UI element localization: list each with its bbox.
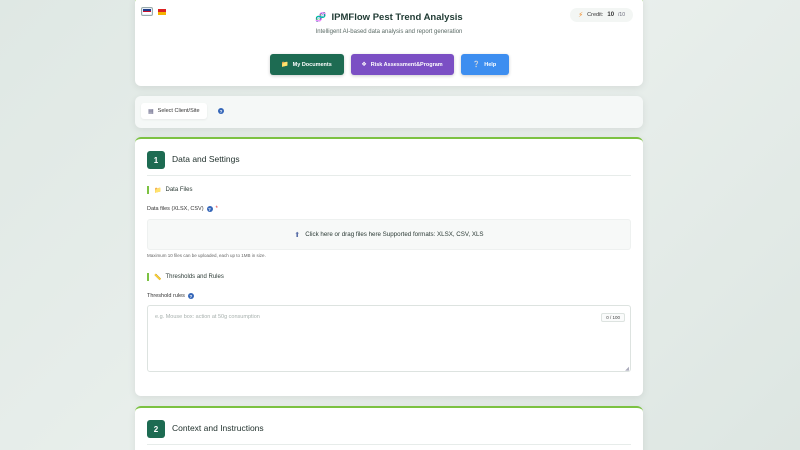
help-button[interactable]: ❔ Help [460,54,509,75]
risk-assessment-label: Risk Assessment&Program [370,61,443,68]
divider [147,444,631,445]
page-subtitle: Intelligent AI-based data analysis and r… [315,29,463,35]
risk-assessment-button[interactable]: ❖ Risk Assessment&Program [350,54,454,75]
section-title: Data and Settings [172,154,240,164]
section-title: Context and Instructions [172,423,264,433]
file-dropzone[interactable]: ⬆ Click here or drag files here Supporte… [147,219,631,250]
required-mark: * [215,206,218,212]
dna-icon: 🧬 [315,12,327,22]
header-card: ⚡ Credit: 10/10 🧬 IPMFlow Pest Trend Ana… [135,0,643,86]
select-client-button[interactable]: ▦ Select Client/Site [141,103,207,119]
folder-icon: 📁 [281,62,289,68]
data-files-help-icon[interactable]: ? [206,206,213,212]
help-label: Help [484,61,497,68]
resize-grip-icon[interactable]: ◢ [625,366,629,372]
upload-hint: Maximum 10 files can be uploaded, each u… [147,253,266,258]
client-help-icon[interactable]: ? [218,108,224,114]
shield-icon: ❖ [361,62,367,68]
data-files-heading-text: Data Files [165,187,193,193]
action-buttons: 📁 My Documents ❖ Risk Assessment&Program… [135,54,643,75]
my-documents-label: My Documents [292,61,332,68]
client-site-bar: ▦ Select Client/Site ? [135,96,643,128]
my-documents-button[interactable]: 📁 My Documents [269,54,344,75]
upload-icon: ⬆ [294,231,301,239]
data-files-label-text: Data files (XLSX, CSV) [147,206,204,212]
section-context-instructions: 2 Context and Instructions [135,406,643,450]
threshold-rules-label: Threshold rules ? [147,293,194,299]
threshold-rules-label-text: Threshold rules [147,293,185,299]
page-title: 🧬 IPMFlow Pest Trend Analysis [135,12,643,23]
question-icon: ❔ [472,62,481,68]
data-files-heading: 📁 Data Files [147,186,193,194]
threshold-help-icon[interactable]: ? [187,293,194,299]
section-number: 1 [147,151,165,169]
section-number: 2 [147,420,165,438]
thresholds-heading-text: Thresholds and Rules [165,274,224,280]
data-files-label: Data files (XLSX, CSV) ? * [147,206,218,212]
section-data-settings: 1 Data and Settings 📁 Data Files Data fi… [135,137,643,396]
folder-icon: 📁 [154,187,162,194]
building-icon: ▦ [148,108,154,115]
select-client-label: Select Client/Site [157,108,200,114]
page-title-text: IPMFlow Pest Trend Analysis [331,12,463,23]
thresholds-heading: 📏 Thresholds and Rules [147,273,224,281]
char-counter: 0 / 100 [601,313,625,322]
divider [147,175,631,176]
threshold-rules-input[interactable] [147,305,631,372]
dropzone-text: Click here or drag files here Supported … [305,231,484,238]
ruler-icon: 📏 [154,274,162,281]
